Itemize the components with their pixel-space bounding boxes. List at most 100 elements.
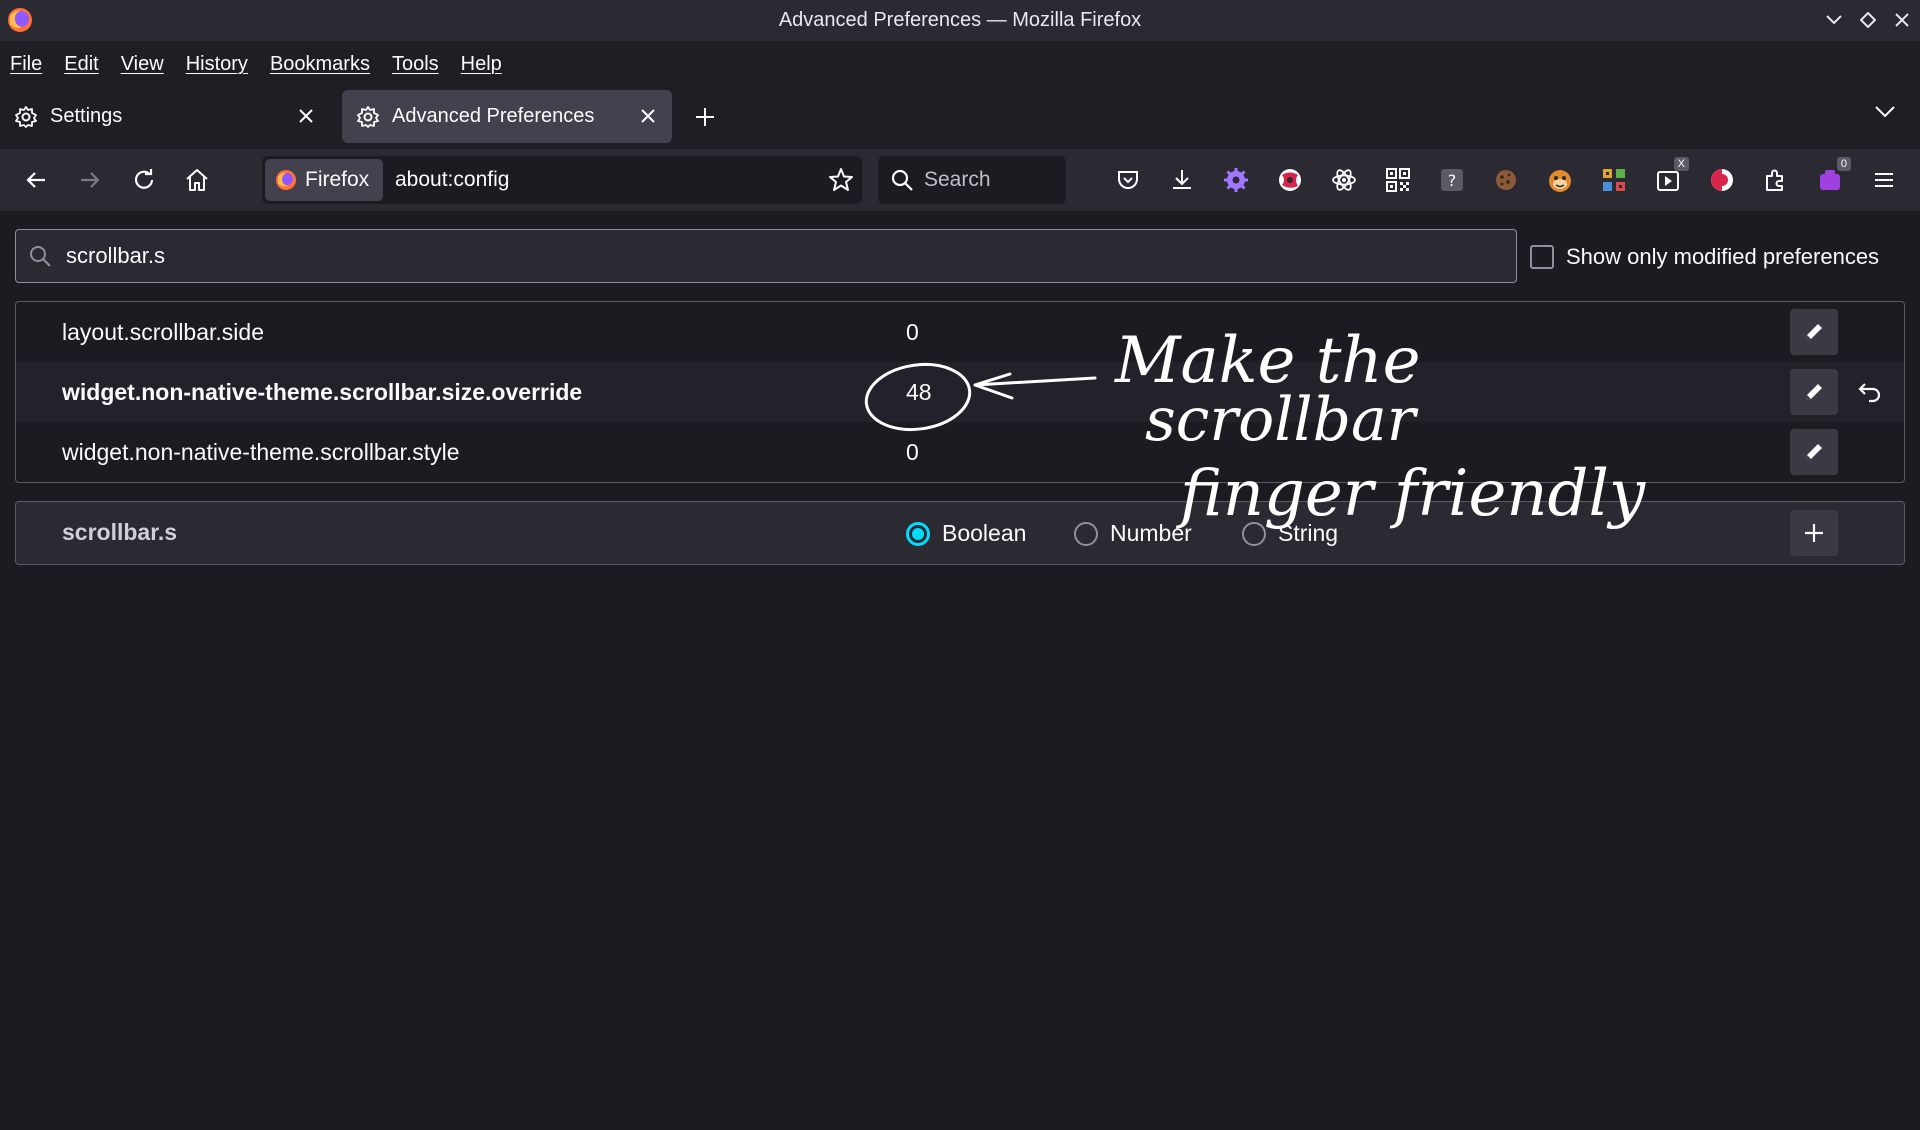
window-title: Advanced Preferences — Mozilla Firefox <box>778 9 1142 31</box>
search-bar[interactable]: Search <box>878 156 1066 204</box>
edit-pref-button[interactable] <box>1790 309 1838 355</box>
type-string-label: String <box>1278 520 1339 546</box>
greasemonkey-icon[interactable] <box>1543 163 1577 197</box>
back-button[interactable] <box>20 164 52 196</box>
pencil-icon <box>1806 324 1822 340</box>
search-icon <box>30 246 51 267</box>
tab-label: Settings <box>50 105 123 127</box>
atom-icon[interactable] <box>1327 163 1361 197</box>
close-tab-icon[interactable] <box>636 104 660 128</box>
chevron-down-icon <box>1875 106 1895 118</box>
url-bar[interactable]: Firefox about:config <box>262 156 862 204</box>
show-modified-toggle[interactable]: Show only modified preferences <box>1530 244 1879 270</box>
help-box-icon[interactable]: ? <box>1435 163 1469 197</box>
table-row: widget.non-native-theme.scrollbar.style … <box>16 422 1904 482</box>
container-icon[interactable]: 0 <box>1813 157 1851 197</box>
menu-bar: File Edit View History Bookmarks Tools H… <box>0 41 1920 87</box>
tab-label: Advanced Preferences <box>392 105 595 127</box>
identity-label: Firefox <box>305 168 370 191</box>
list-all-tabs-button[interactable] <box>1874 105 1900 131</box>
identity-box[interactable]: Firefox <box>265 159 383 201</box>
svg-text:?: ? <box>1448 171 1457 190</box>
forward-button[interactable] <box>74 164 106 196</box>
pref-value: 0 <box>906 438 919 465</box>
new-pref-name: scrollbar.s <box>62 519 178 545</box>
menu-bookmarks[interactable]: Bookmarks <box>270 53 370 76</box>
show-modified-checkbox[interactable] <box>1530 245 1554 269</box>
plus-icon <box>1805 524 1823 542</box>
preferences-table: layout.scrollbar.side 0 widget.non-nativ… <box>15 301 1905 483</box>
add-pref-button[interactable] <box>1790 510 1838 556</box>
table-row: widget.non-native-theme.scrollbar.size.o… <box>16 362 1904 422</box>
pref-value: 48 <box>906 378 932 405</box>
bookmark-star-icon[interactable] <box>828 167 854 198</box>
preference-search-input[interactable]: scrollbar.s <box>15 229 1517 283</box>
video-badge: X <box>1673 157 1689 171</box>
type-boolean-option[interactable]: Boolean <box>906 520 1026 547</box>
pocket-icon[interactable] <box>1111 163 1145 197</box>
type-number-option[interactable]: Number <box>1074 520 1192 547</box>
table-row: layout.scrollbar.side 0 <box>16 302 1904 362</box>
arrow-left-icon <box>26 172 45 188</box>
navigation-toolbar: Firefox about:config Search ? X 0 <box>0 149 1920 211</box>
red-half-icon[interactable] <box>1705 163 1739 197</box>
show-modified-label: Show only modified preferences <box>1566 244 1880 269</box>
menu-view[interactable]: View <box>121 53 164 76</box>
pencil-icon <box>1806 384 1822 400</box>
minimize-icon[interactable] <box>1824 8 1844 32</box>
tab-advanced-preferences[interactable]: Advanced Preferences <box>342 90 672 143</box>
menu-help[interactable]: Help <box>461 53 502 76</box>
reset-pref-button[interactable] <box>1846 369 1894 415</box>
window-controls <box>1824 8 1912 32</box>
extensions-puzzle-icon[interactable] <box>1759 163 1793 197</box>
pref-name: layout.scrollbar.side <box>62 318 264 345</box>
radio-string[interactable] <box>1242 521 1266 546</box>
tab-settings[interactable]: Settings <box>0 90 330 143</box>
tab-strip: Settings Advanced Preferences <box>0 87 1920 149</box>
new-preference-row: scrollbar.s Boolean Number String <box>15 501 1905 565</box>
pref-value: 0 <box>906 318 919 345</box>
hamburger-menu-icon[interactable] <box>1867 163 1901 197</box>
pref-name: widget.non-native-theme.scrollbar.size.o… <box>62 378 583 405</box>
home-button[interactable] <box>181 164 213 196</box>
arrow-right-icon <box>81 172 100 188</box>
preference-search-value: scrollbar.s <box>66 243 166 268</box>
new-tab-button[interactable] <box>690 102 720 132</box>
gear-icon <box>15 105 37 128</box>
maximize-icon[interactable] <box>1858 8 1878 32</box>
menu-tools[interactable]: Tools <box>392 53 439 76</box>
close-tab-icon[interactable] <box>294 104 318 128</box>
reload-icon <box>134 169 154 189</box>
home-icon <box>186 169 208 191</box>
search-icon <box>891 169 913 191</box>
radio-boolean[interactable] <box>906 521 930 546</box>
privacy-badge-icon[interactable] <box>1273 163 1307 197</box>
pencil-icon <box>1806 444 1822 460</box>
video-icon[interactable]: X <box>1651 157 1689 197</box>
url-text[interactable]: about:config <box>395 168 509 192</box>
grid-icon[interactable] <box>1597 163 1631 197</box>
search-placeholder: Search <box>924 168 991 191</box>
undo-icon <box>1858 383 1881 403</box>
gear-icon <box>357 105 379 128</box>
type-number-label: Number <box>1110 520 1192 546</box>
edit-pref-button[interactable] <box>1790 429 1838 475</box>
purple-gear-icon[interactable] <box>1219 163 1253 197</box>
menu-file[interactable]: File <box>10 53 42 76</box>
cookie-icon[interactable] <box>1489 163 1523 197</box>
pref-name: widget.non-native-theme.scrollbar.style <box>62 438 460 465</box>
container-badge: 0 <box>1836 157 1851 171</box>
firefox-logo-icon <box>8 8 32 32</box>
menu-edit[interactable]: Edit <box>64 53 98 76</box>
edit-pref-button[interactable] <box>1790 369 1838 415</box>
reload-button[interactable] <box>128 164 160 196</box>
type-string-option[interactable]: String <box>1242 520 1338 547</box>
download-icon[interactable] <box>1165 163 1199 197</box>
qr-code-icon[interactable] <box>1381 163 1415 197</box>
type-boolean-label: Boolean <box>942 520 1027 546</box>
window-titlebar: Advanced Preferences — Mozilla Firefox <box>0 0 1920 41</box>
menu-history[interactable]: History <box>186 53 248 76</box>
firefox-logo-icon <box>276 170 296 190</box>
close-window-icon[interactable] <box>1892 8 1912 32</box>
radio-number[interactable] <box>1074 521 1098 546</box>
